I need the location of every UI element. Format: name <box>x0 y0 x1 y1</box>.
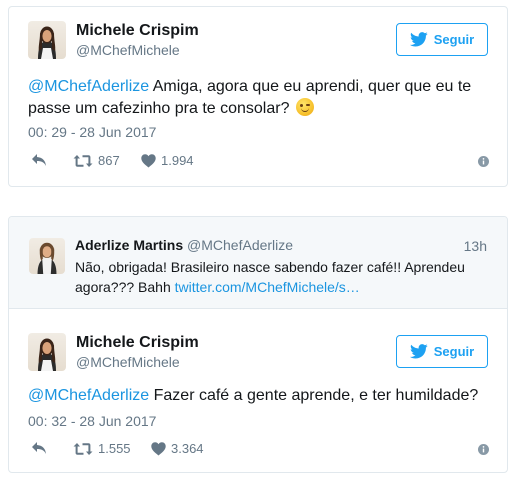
reply-button[interactable] <box>31 441 47 455</box>
follow-label: Seguir <box>433 344 475 359</box>
mention-link[interactable]: @MChefAderlize <box>28 78 149 95</box>
quoted-author[interactable]: Aderlize Martins @MChefAderlize <box>75 237 293 253</box>
mention-link[interactable]: @MChefAderlize <box>28 387 149 404</box>
tweet-header: Michele Crispim @MChefMichele Seguir <box>28 21 488 59</box>
retweet-button[interactable]: 867 <box>73 153 120 168</box>
reply-button[interactable] <box>31 153 47 167</box>
winking-face-icon <box>295 98 314 116</box>
quoted-display-name: Aderlize Martins <box>75 237 184 253</box>
heart-icon <box>141 153 156 167</box>
reply-icon <box>32 154 46 166</box>
info-button[interactable] <box>476 442 491 457</box>
tweet-card-2: Aderlize Martins @MChefAderlize 13h Não,… <box>8 216 508 473</box>
tweet-actions: 1.555 3.364 <box>31 441 491 459</box>
like-count: 1.994 <box>161 153 194 168</box>
retweet-count: 867 <box>98 153 120 168</box>
tweet-text: @MChefAderlize Fazer café a gente aprend… <box>28 385 498 407</box>
display-name[interactable]: Michele Crispim <box>76 22 199 40</box>
follow-button[interactable]: Seguir <box>396 335 488 368</box>
quoted-link[interactable]: twitter.com/MChefMichele/s… <box>175 279 360 295</box>
user-handle[interactable]: @MChefMichele <box>76 42 180 58</box>
quoted-time[interactable]: 13h <box>464 238 487 254</box>
quoted-handle: @MChefAderlize <box>187 237 294 253</box>
info-icon <box>478 444 489 455</box>
timestamp[interactable]: 00: 32 - 28 Jun 2017 <box>28 413 156 429</box>
info-button[interactable] <box>476 154 491 169</box>
tweet-text: @MChefAderlize Amiga, agora que eu apren… <box>28 76 498 120</box>
tweet-card-1: Michele Crispim @MChefMichele Seguir @MC… <box>8 6 508 187</box>
retweet-button[interactable]: 1.555 <box>73 441 131 456</box>
twitter-bird-icon <box>409 32 428 47</box>
retweet-icon <box>73 442 93 455</box>
reply-icon <box>32 442 46 454</box>
like-button[interactable]: 3.364 <box>151 441 204 456</box>
heart-icon <box>151 441 166 455</box>
follow-button[interactable]: Seguir <box>396 23 488 56</box>
quoted-tweet[interactable]: Aderlize Martins @MChefAderlize 13h Não,… <box>9 217 507 309</box>
tweet-body: Fazer café a gente aprende, e ter humild… <box>149 387 479 404</box>
twitter-bird-icon <box>409 344 428 359</box>
timestamp[interactable]: 00: 29 - 28 Jun 2017 <box>28 124 156 140</box>
like-button[interactable]: 1.994 <box>141 153 194 168</box>
tweet-actions: 867 1.994 <box>31 153 491 171</box>
user-handle[interactable]: @MChefMichele <box>76 354 180 370</box>
avatar[interactable] <box>29 238 65 274</box>
tweet-header: Michele Crispim @MChefMichele Seguir <box>28 333 488 371</box>
avatar[interactable] <box>28 333 66 371</box>
like-count: 3.364 <box>171 441 204 456</box>
retweet-icon <box>73 154 93 167</box>
retweet-count: 1.555 <box>98 441 131 456</box>
display-name[interactable]: Michele Crispim <box>76 334 199 352</box>
quoted-text: Não, obrigada! Brasileiro nasce sabendo … <box>75 257 485 297</box>
avatar[interactable] <box>28 21 66 59</box>
info-icon <box>478 156 489 167</box>
follow-label: Seguir <box>433 32 475 47</box>
